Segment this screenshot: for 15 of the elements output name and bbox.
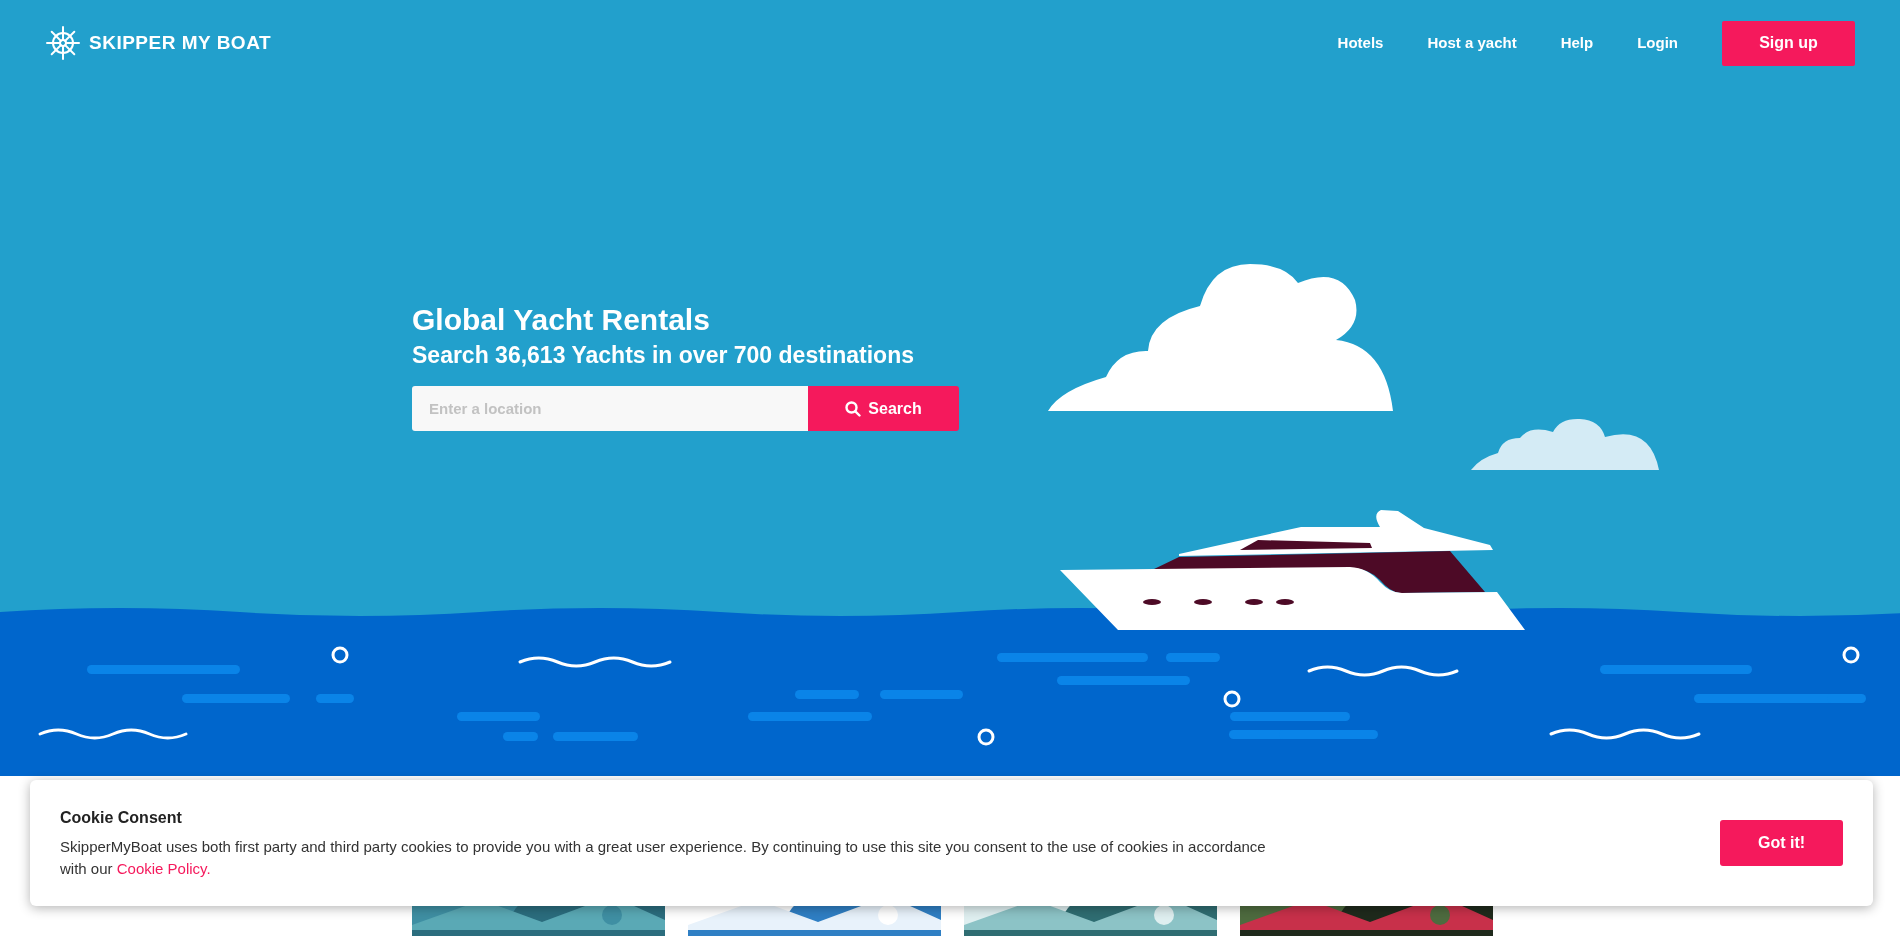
got-it-button[interactable]: Got it! [1720,820,1843,866]
nav-link[interactable]: Host a yacht [1405,31,1539,55]
search-icon [845,400,862,417]
cookie-text: SkipperMyBoat uses both first party and third party cookies to provide you with a great user experience. By continuing to use this site you consent to the use of cookies in accordance with our Cookie Policy. [60,837,1267,879]
logo-text[interactable]: SKIPPER MY BOAT [89,28,272,58]
hero-title: Global Yacht Rentals [412,302,711,338]
sign-up-button[interactable]: Sign up [1722,20,1855,66]
cookie-policy-link[interactable]: Cookie Policy. [116,860,211,877]
search-button[interactable]: Search [808,386,959,431]
cookie-title: Cookie Consent [60,808,183,828]
nav-link[interactable]: Help [1538,31,1616,55]
nav-link[interactable]: Hotels [1315,31,1406,55]
hero-subtitle: Search 36,613 Yachts in over 700 destinations [412,341,915,370]
nav-link[interactable]: Login [1615,31,1700,55]
ship-wheel-icon [45,25,81,61]
